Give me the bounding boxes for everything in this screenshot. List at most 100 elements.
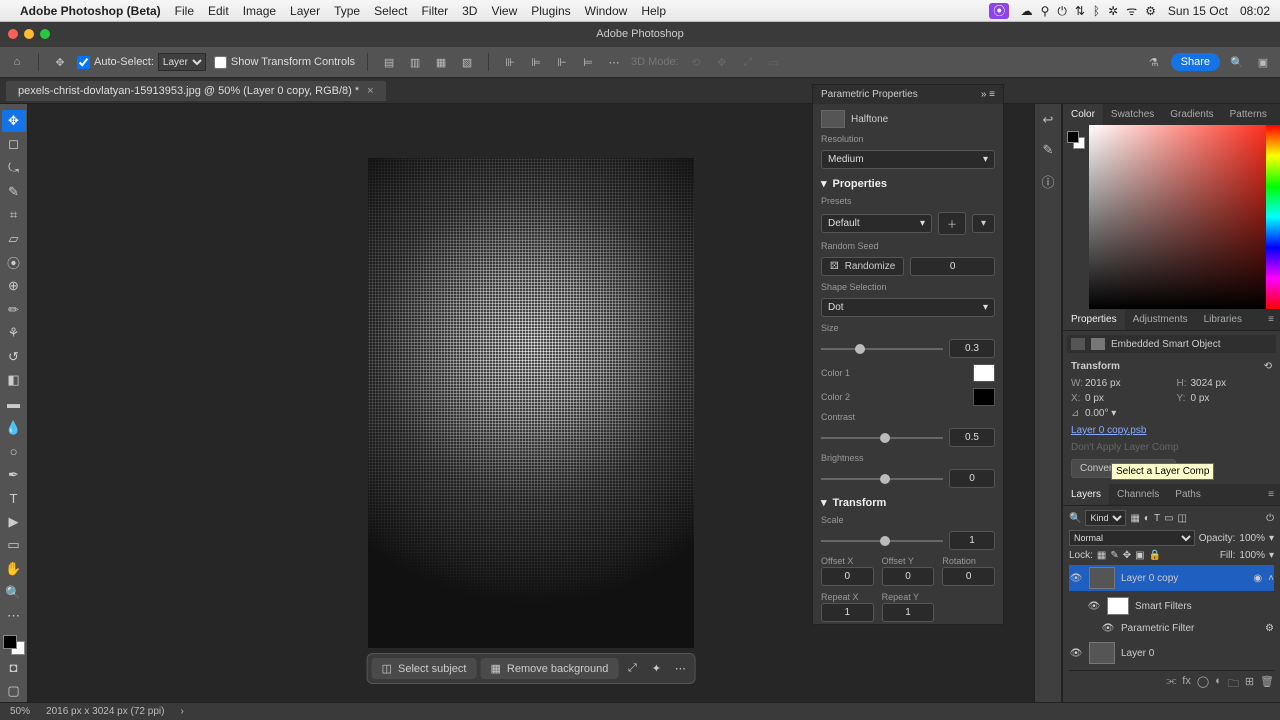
height-value[interactable]: 3024 px [1191,378,1227,389]
history-brush-tool[interactable]: ↺ [2,346,26,368]
filter-toggle-icon[interactable]: ⏻ [1266,513,1274,524]
zoom-tool[interactable]: 🔍 [2,582,26,604]
comments-panel-icon[interactable]: ✎ [1043,142,1054,158]
distribute-v-icon[interactable]: ⊫ [527,53,545,71]
rotation-input[interactable] [942,567,995,586]
tab-gradients[interactable]: Gradients [1162,104,1221,125]
lock-paint-icon[interactable]: ✎ [1110,550,1118,561]
lock-pos-icon[interactable]: ✥ [1123,550,1131,561]
zoom-level[interactable]: 50% [10,706,30,717]
offsety-input[interactable] [882,567,935,586]
tab-properties[interactable]: Properties [1063,309,1125,330]
contrast-slider[interactable] [821,437,943,439]
color1-swatch[interactable] [973,364,995,382]
align-right-icon[interactable]: ▦ [432,53,450,71]
lock-nest-icon[interactable]: ▣ [1135,550,1144,561]
menu-edit[interactable]: Edit [208,4,229,18]
preset-menu-button[interactable]: ▾ [972,214,995,233]
frame-tool[interactable]: ▱ [2,228,26,250]
delete-layer-icon[interactable]: 🗑 [1260,675,1274,694]
link-layers-icon[interactable]: ⫘ [1166,675,1176,694]
tab-channels[interactable]: Channels [1109,484,1167,505]
menu-window[interactable]: Window [585,4,628,18]
tab-color[interactable]: Color [1063,104,1103,125]
source-file-link[interactable]: Layer 0 copy.psb [1071,425,1272,436]
menu-select[interactable]: Select [374,4,407,18]
eyedropper-tool[interactable]: ⦿ [2,252,26,274]
filter-type-icon[interactable]: T [1154,513,1160,524]
color-field[interactable] [1089,125,1266,309]
menu-file[interactable]: File [175,4,194,18]
lock-all-icon[interactable]: 🔒 [1149,550,1161,561]
move-tool[interactable]: ✥ [2,110,26,132]
menu-plugins[interactable]: Plugins [531,4,570,18]
quick-select-tool[interactable]: ✎ [2,181,26,203]
color2-swatch[interactable] [973,388,995,406]
brush-tool[interactable]: ✏ [2,299,26,321]
tab-layers[interactable]: Layers [1063,484,1109,505]
mac-status-icons[interactable]: ⦿ ☁⚲⏻⇅ᛒ✲ᯤ⚙ [981,2,1156,19]
menu-help[interactable]: Help [641,4,666,18]
tab-swatches[interactable]: Swatches [1103,104,1162,125]
brightness-input[interactable] [949,469,995,488]
layer-name[interactable]: Layer 0 copy [1121,573,1178,584]
collapse-icon[interactable]: ˄ [1268,573,1274,584]
offsetx-input[interactable] [821,567,874,586]
more-actions-icon[interactable]: ⋯ [670,662,690,675]
filter-shape-icon[interactable]: ▭ [1164,513,1173,524]
tab-libraries[interactable]: Libraries [1196,309,1250,330]
resolution-select[interactable]: Medium▾ [821,150,995,169]
doc-dimensions[interactable]: 2016 px x 3024 px (72 ppi) [46,706,164,717]
mac-date[interactable]: Sun 15 Oct [1168,4,1228,18]
align-top-icon[interactable]: ▧ [458,53,476,71]
size-slider[interactable] [821,348,943,350]
menu-view[interactable]: View [491,4,517,18]
crop-tool[interactable]: ⌗ [2,204,26,226]
healing-tool[interactable]: ⊕ [2,275,26,297]
align-center-icon[interactable]: ▥ [406,53,424,71]
minimize-icon[interactable] [24,29,34,39]
marquee-tool[interactable]: ◻ [2,134,26,156]
fill-value[interactable]: 100% [1239,550,1265,561]
traffic-lights[interactable] [8,29,50,39]
filter-toggle-icon[interactable]: ◉ [1253,573,1262,584]
tab-close-icon[interactable]: × [367,85,373,97]
canvas-image[interactable] [368,158,694,648]
screenmode-tool[interactable]: ▢ [2,680,26,702]
layer-row-layer0[interactable]: 👁 Layer 0 [1069,640,1274,666]
app-name[interactable]: Adobe Photoshop (Beta) [20,4,161,18]
show-transform-checkbox[interactable] [214,56,227,69]
scale-slider[interactable] [821,540,943,542]
layers-panel-menu-icon[interactable]: ≡ [1262,484,1280,505]
layer-thumbnail[interactable] [1089,567,1115,589]
gen-fill-icon[interactable]: ✦ [646,662,666,675]
stamp-tool[interactable]: ⚘ [2,322,26,344]
distribute-icon[interactable]: ⊩ [553,53,571,71]
tab-patterns[interactable]: Patterns [1222,104,1275,125]
collapse-panel-icon[interactable]: » [981,89,987,100]
tab-adjustments[interactable]: Adjustments [1125,309,1196,330]
workspace-icon[interactable]: ▣ [1254,53,1272,71]
repeatx-input[interactable] [821,603,874,622]
group-icon[interactable]: 🗀 [1228,675,1239,694]
preset-select[interactable]: Default▾ [821,214,932,233]
dodge-tool[interactable]: ○ [2,440,26,462]
menu-type[interactable]: Type [334,4,360,18]
tab-paths[interactable]: Paths [1167,484,1209,505]
y-value[interactable]: 0 px [1191,393,1210,404]
visibility-icon[interactable]: 👁 [1069,648,1083,659]
shape-select[interactable]: Dot▾ [821,298,995,317]
status-chevron-icon[interactable]: › [180,706,183,717]
menu-image[interactable]: Image [243,4,276,18]
filter-mask-thumbnail[interactable] [1107,597,1129,615]
hue-slider[interactable] [1266,125,1280,309]
seed-input[interactable] [910,257,995,276]
menu-layer[interactable]: Layer [290,4,320,18]
randomize-button[interactable]: ⚄Randomize [821,257,904,276]
auto-select-mode[interactable]: Layer [158,53,206,71]
blur-tool[interactable]: 💧 [2,417,26,439]
opacity-value[interactable]: 100% [1239,533,1265,544]
parametric-filter-row[interactable]: 👁 Parametric Filter ⚙ [1101,621,1274,636]
visibility-icon[interactable]: 👁 [1069,573,1083,584]
color-fg-bg-swatch[interactable] [1067,131,1085,149]
